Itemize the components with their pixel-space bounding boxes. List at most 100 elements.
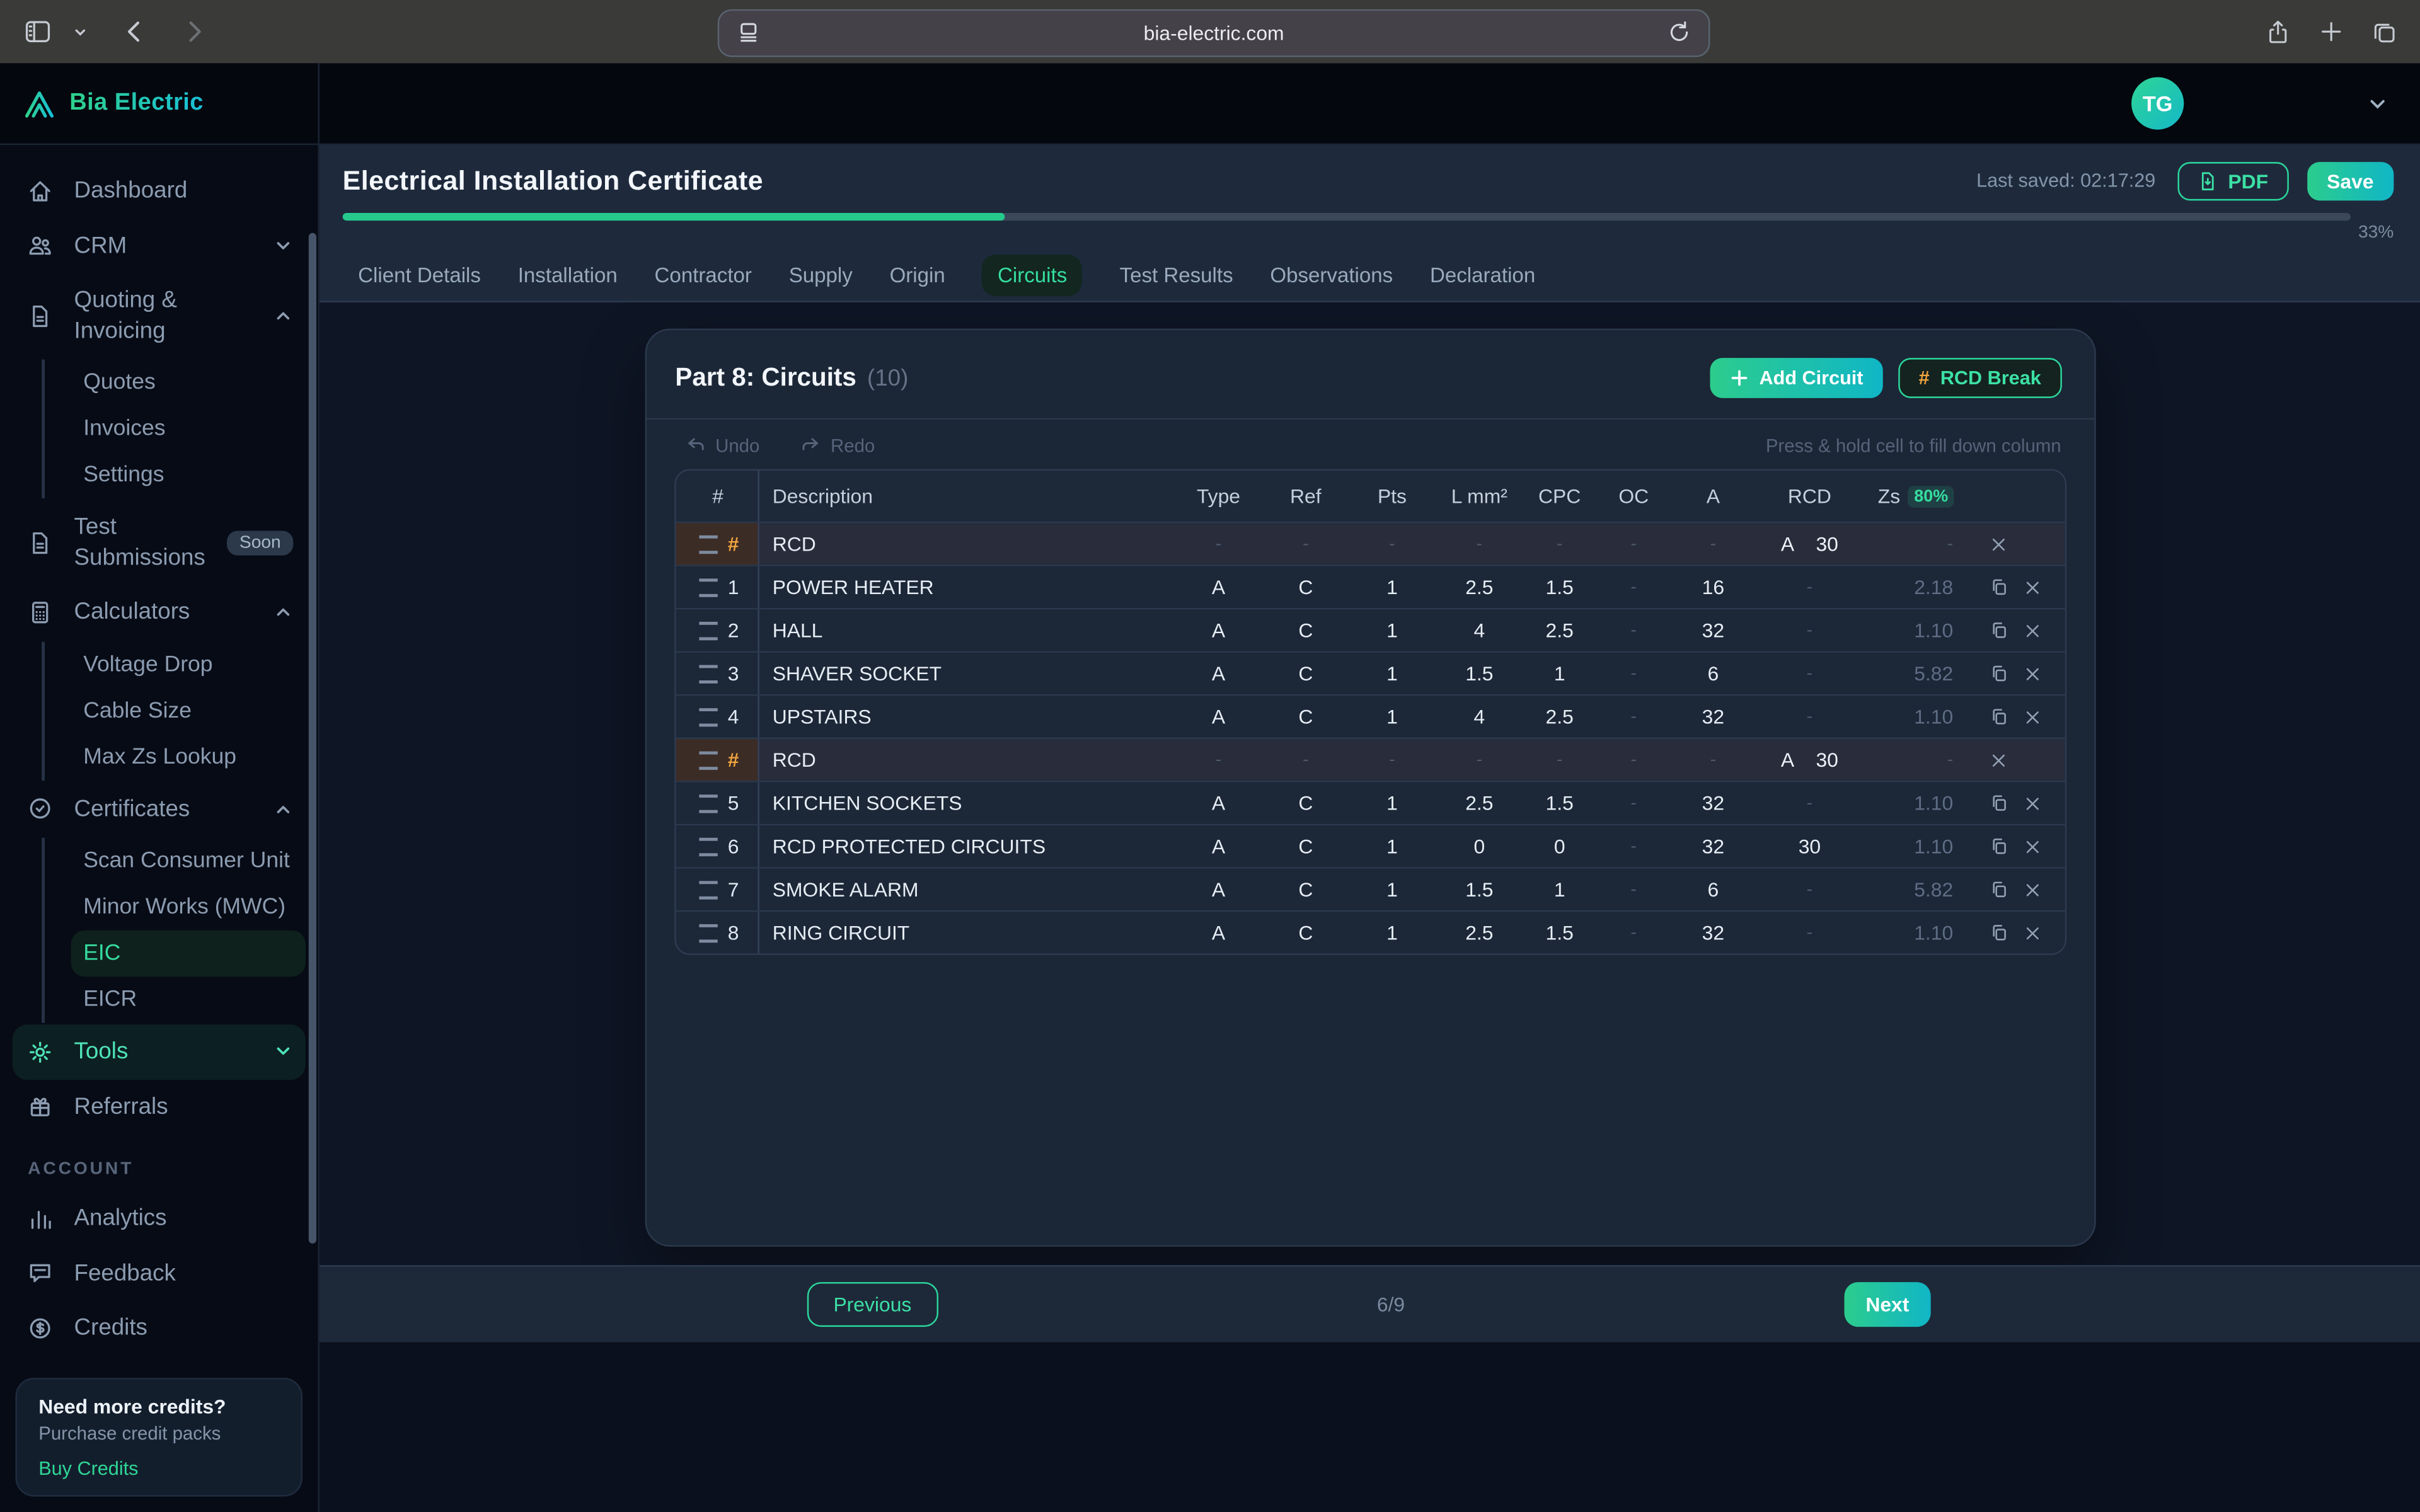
zs-cell[interactable]: 1.10 [1864, 791, 1969, 815]
pts-cell[interactable]: - [1348, 750, 1436, 769]
sidebar-item-referrals[interactable]: Referrals [13, 1079, 306, 1134]
delete-row-icon[interactable] [2022, 707, 2041, 726]
cpc-cell[interactable]: 1.5 [1523, 921, 1597, 944]
sidebar-item-analytics[interactable]: Analytics [13, 1191, 306, 1246]
ref-cell[interactable]: C [1263, 662, 1348, 685]
pts-cell[interactable]: 1 [1348, 619, 1436, 642]
pdf-button[interactable]: PDF [2177, 161, 2288, 200]
sidebar-subitem-quotes[interactable]: Quotes [71, 360, 306, 406]
rcd-cell[interactable]: A30 [1756, 748, 1864, 772]
sidebar-subitem-scan-consumer-unit[interactable]: Scan Consumer Unit [71, 838, 306, 884]
cpc-cell[interactable]: 1.5 [1523, 575, 1597, 598]
type-cell[interactable]: A [1173, 835, 1263, 858]
buy-credits-link[interactable]: Buy Credits [38, 1458, 279, 1479]
oc-cell[interactable]: - [1596, 664, 1671, 682]
zs-cell[interactable]: 1.10 [1864, 921, 1969, 944]
avatar[interactable]: TG [2131, 77, 2184, 129]
l-cell[interactable]: 4 [1436, 705, 1523, 728]
duplicate-row-icon[interactable] [1989, 663, 2009, 684]
rcd-break-button[interactable]: # RCD Break [1899, 358, 2061, 398]
a-cell[interactable]: - [1671, 750, 1756, 769]
pts-cell[interactable]: 1 [1348, 835, 1436, 858]
reader-view-icon[interactable] [735, 18, 763, 46]
sidebar-subitem-voltage-drop[interactable]: Voltage Drop [71, 641, 306, 687]
type-cell[interactable]: - [1173, 535, 1263, 553]
save-button[interactable]: Save [2307, 161, 2394, 200]
drag-handle-icon[interactable] [698, 924, 717, 942]
zs-cell[interactable]: 1.10 [1864, 705, 1969, 728]
description-cell[interactable]: SMOKE ALARM [759, 878, 1174, 901]
back-icon[interactable] [120, 17, 150, 47]
cpc-cell[interactable]: - [1523, 535, 1597, 553]
oc-cell[interactable]: - [1596, 924, 1671, 942]
oc-cell[interactable]: - [1596, 794, 1671, 812]
tab-declaration[interactable]: Declaration [1430, 254, 1535, 295]
description-cell[interactable]: HALL [759, 619, 1174, 642]
description-cell[interactable]: SHAVER SOCKET [759, 662, 1174, 685]
delete-row-icon[interactable] [1989, 535, 2007, 553]
tab-overview-icon[interactable] [2371, 18, 2399, 45]
tab-contractor[interactable]: Contractor [655, 254, 752, 295]
drag-handle-icon[interactable] [698, 750, 717, 769]
l-cell[interactable]: 2.5 [1436, 921, 1523, 944]
forward-icon[interactable] [179, 17, 209, 47]
delete-row-icon[interactable] [2022, 880, 2041, 898]
rcd-cell[interactable]: 30 [1756, 835, 1864, 858]
zs-cell[interactable]: 2.18 [1864, 575, 1969, 598]
cpc-cell[interactable]: 2.5 [1523, 705, 1597, 728]
delete-row-icon[interactable] [2022, 664, 2041, 682]
tab-origin[interactable]: Origin [890, 254, 945, 295]
rcd-cell[interactable]: - [1756, 880, 1864, 898]
tab-client-details[interactable]: Client Details [358, 254, 481, 295]
sidebar-item-tools[interactable]: Tools [13, 1024, 306, 1079]
zs-cell[interactable]: 5.82 [1864, 662, 1969, 685]
redo-button[interactable]: Redo [800, 435, 875, 457]
ref-cell[interactable]: C [1263, 705, 1348, 728]
duplicate-row-icon[interactable] [1989, 793, 2009, 813]
l-cell[interactable]: 1.5 [1436, 662, 1523, 685]
type-cell[interactable]: - [1173, 750, 1263, 769]
duplicate-row-icon[interactable] [1989, 836, 2009, 856]
a-cell[interactable]: 32 [1671, 791, 1756, 815]
duplicate-row-icon[interactable] [1989, 707, 2009, 727]
a-cell[interactable]: 6 [1671, 662, 1756, 685]
oc-cell[interactable]: - [1596, 535, 1671, 553]
sidebar-subitem-invoices[interactable]: Invoices [71, 406, 306, 452]
rcd-cell[interactable]: - [1756, 621, 1864, 639]
description-cell[interactable]: UPSTAIRS [759, 705, 1174, 728]
description-cell[interactable]: RCD PROTECTED CIRCUITS [759, 835, 1174, 858]
description-cell[interactable]: RCD [759, 532, 1174, 556]
delete-row-icon[interactable] [2022, 837, 2041, 856]
sidebar-item-credits[interactable]: Credits [13, 1300, 306, 1355]
sidebar-subitem-minor-works-mwc[interactable]: Minor Works (MWC) [71, 884, 306, 930]
description-cell[interactable]: RCD [759, 748, 1174, 772]
l-cell[interactable]: - [1436, 535, 1523, 553]
cpc-cell[interactable]: 2.5 [1523, 619, 1597, 642]
new-tab-icon[interactable] [2318, 18, 2344, 45]
undo-button[interactable]: Undo [684, 435, 759, 457]
tab-observations[interactable]: Observations [1270, 254, 1393, 295]
type-cell[interactable]: A [1173, 921, 1263, 944]
pts-cell[interactable]: 1 [1348, 791, 1436, 815]
ref-cell[interactable]: - [1263, 750, 1348, 769]
a-cell[interactable]: 32 [1671, 921, 1756, 944]
l-cell[interactable]: 2.5 [1436, 791, 1523, 815]
oc-cell[interactable]: - [1596, 837, 1671, 856]
zs-cell[interactable]: 5.82 [1864, 878, 1969, 901]
ref-cell[interactable]: C [1263, 575, 1348, 598]
type-cell[interactable]: A [1173, 705, 1263, 728]
a-cell[interactable]: 16 [1671, 575, 1756, 598]
drag-handle-icon[interactable] [698, 664, 717, 682]
sidebar-item-certificates[interactable]: Certificates [13, 781, 306, 836]
cpc-cell[interactable]: 1 [1523, 878, 1597, 901]
a-cell[interactable]: 32 [1671, 835, 1756, 858]
tab-supply[interactable]: Supply [789, 254, 853, 295]
type-cell[interactable]: A [1173, 619, 1263, 642]
sidebar-subitem-eicr[interactable]: EICR [71, 976, 306, 1022]
l-cell[interactable]: 1.5 [1436, 878, 1523, 901]
l-cell[interactable]: - [1436, 750, 1523, 769]
ref-cell[interactable]: C [1263, 619, 1348, 642]
a-cell[interactable]: - [1671, 535, 1756, 553]
sidebar-subitem-max-zs-lookup[interactable]: Max Zs Lookup [71, 733, 306, 779]
rcd-cell[interactable]: - [1756, 707, 1864, 726]
